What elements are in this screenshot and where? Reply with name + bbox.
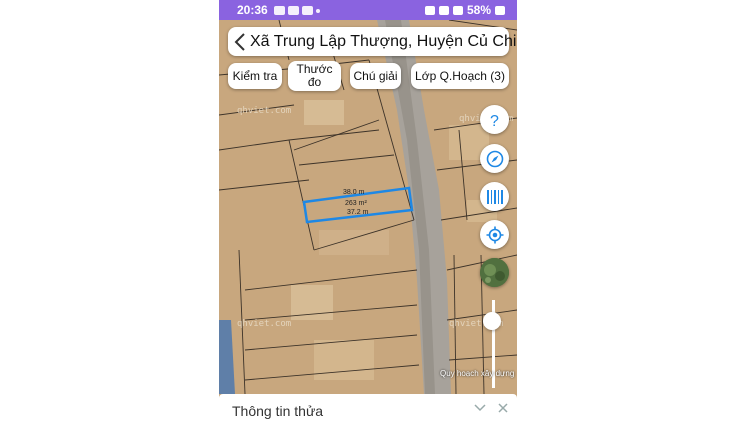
planning-layer-label: Lớp Q.Hoạch (3) xyxy=(415,68,505,83)
legend-button[interactable]: Chú giải xyxy=(350,63,401,89)
parcel-bottom-length: 37.2 m xyxy=(347,209,369,216)
barcode-icon xyxy=(486,189,504,205)
parcel-top-length: 38.0 m xyxy=(343,189,365,196)
notification-icon xyxy=(287,5,299,15)
layer-caption: Quy hoạch xây dựng xyxy=(440,369,515,378)
watermark: qhviet.com xyxy=(237,319,292,329)
my-location-icon xyxy=(486,226,504,244)
lighter-parcel xyxy=(319,230,389,255)
satellite-view-button[interactable] xyxy=(480,258,509,287)
system-status-icons: 58% xyxy=(424,3,505,17)
chevron-down-icon[interactable] xyxy=(474,400,486,418)
battery-icon xyxy=(495,5,505,15)
compass-icon xyxy=(486,150,504,168)
question-icon: ? xyxy=(488,112,502,128)
signal-icon xyxy=(452,5,463,15)
parcel-area: 263 m² xyxy=(345,200,367,207)
lighter-parcel xyxy=(314,340,374,380)
check-button-label: Kiểm tra xyxy=(232,68,278,83)
status-time: 20:36 xyxy=(237,3,268,17)
notification-icons xyxy=(273,5,320,15)
compass-button[interactable] xyxy=(480,144,509,173)
close-icon[interactable] xyxy=(498,400,508,418)
lighter-parcel xyxy=(291,285,333,320)
planning-layer-button[interactable]: Lớp Q.Hoạch (3) xyxy=(411,63,509,89)
check-button[interactable]: Kiểm tra xyxy=(228,63,282,89)
legend-button-label: Chú giải xyxy=(353,68,398,83)
svg-text:?: ? xyxy=(490,113,499,128)
measure-button-label: Thước đo xyxy=(296,62,333,89)
notification-icon xyxy=(273,5,285,15)
wifi-icon xyxy=(438,5,449,15)
my-location-button[interactable] xyxy=(480,220,509,249)
phone-screen: 20:36 58% qhviet.com qhviet.com qhviet.c… xyxy=(219,0,517,422)
zoom-slider-handle[interactable] xyxy=(483,312,501,330)
status-bar: 20:36 58% xyxy=(219,0,517,20)
watermark: qhviet.com xyxy=(237,106,292,116)
lighter-parcel xyxy=(304,100,344,125)
location-title: Xã Trung Lập Thượng, Huyện Củ Chi xyxy=(250,33,517,50)
help-button[interactable]: ? xyxy=(480,105,509,134)
notification-icon xyxy=(301,5,313,15)
parcel-info-sheet[interactable]: Thông tin thửa xyxy=(219,394,517,422)
alarm-icon xyxy=(424,5,435,15)
more-notifications-dot-icon xyxy=(315,8,320,13)
location-header[interactable]: Xã Trung Lập Thượng, Huyện Củ Chi xyxy=(228,27,516,56)
battery-percentage: 58% xyxy=(466,3,491,17)
satellite-thumbnail xyxy=(480,258,509,287)
barcode-button[interactable] xyxy=(480,182,509,211)
sheet-title: Thông tin thửa xyxy=(232,403,324,419)
measure-button[interactable]: Thước đo xyxy=(288,61,341,91)
chevron-left-icon[interactable] xyxy=(234,27,246,56)
